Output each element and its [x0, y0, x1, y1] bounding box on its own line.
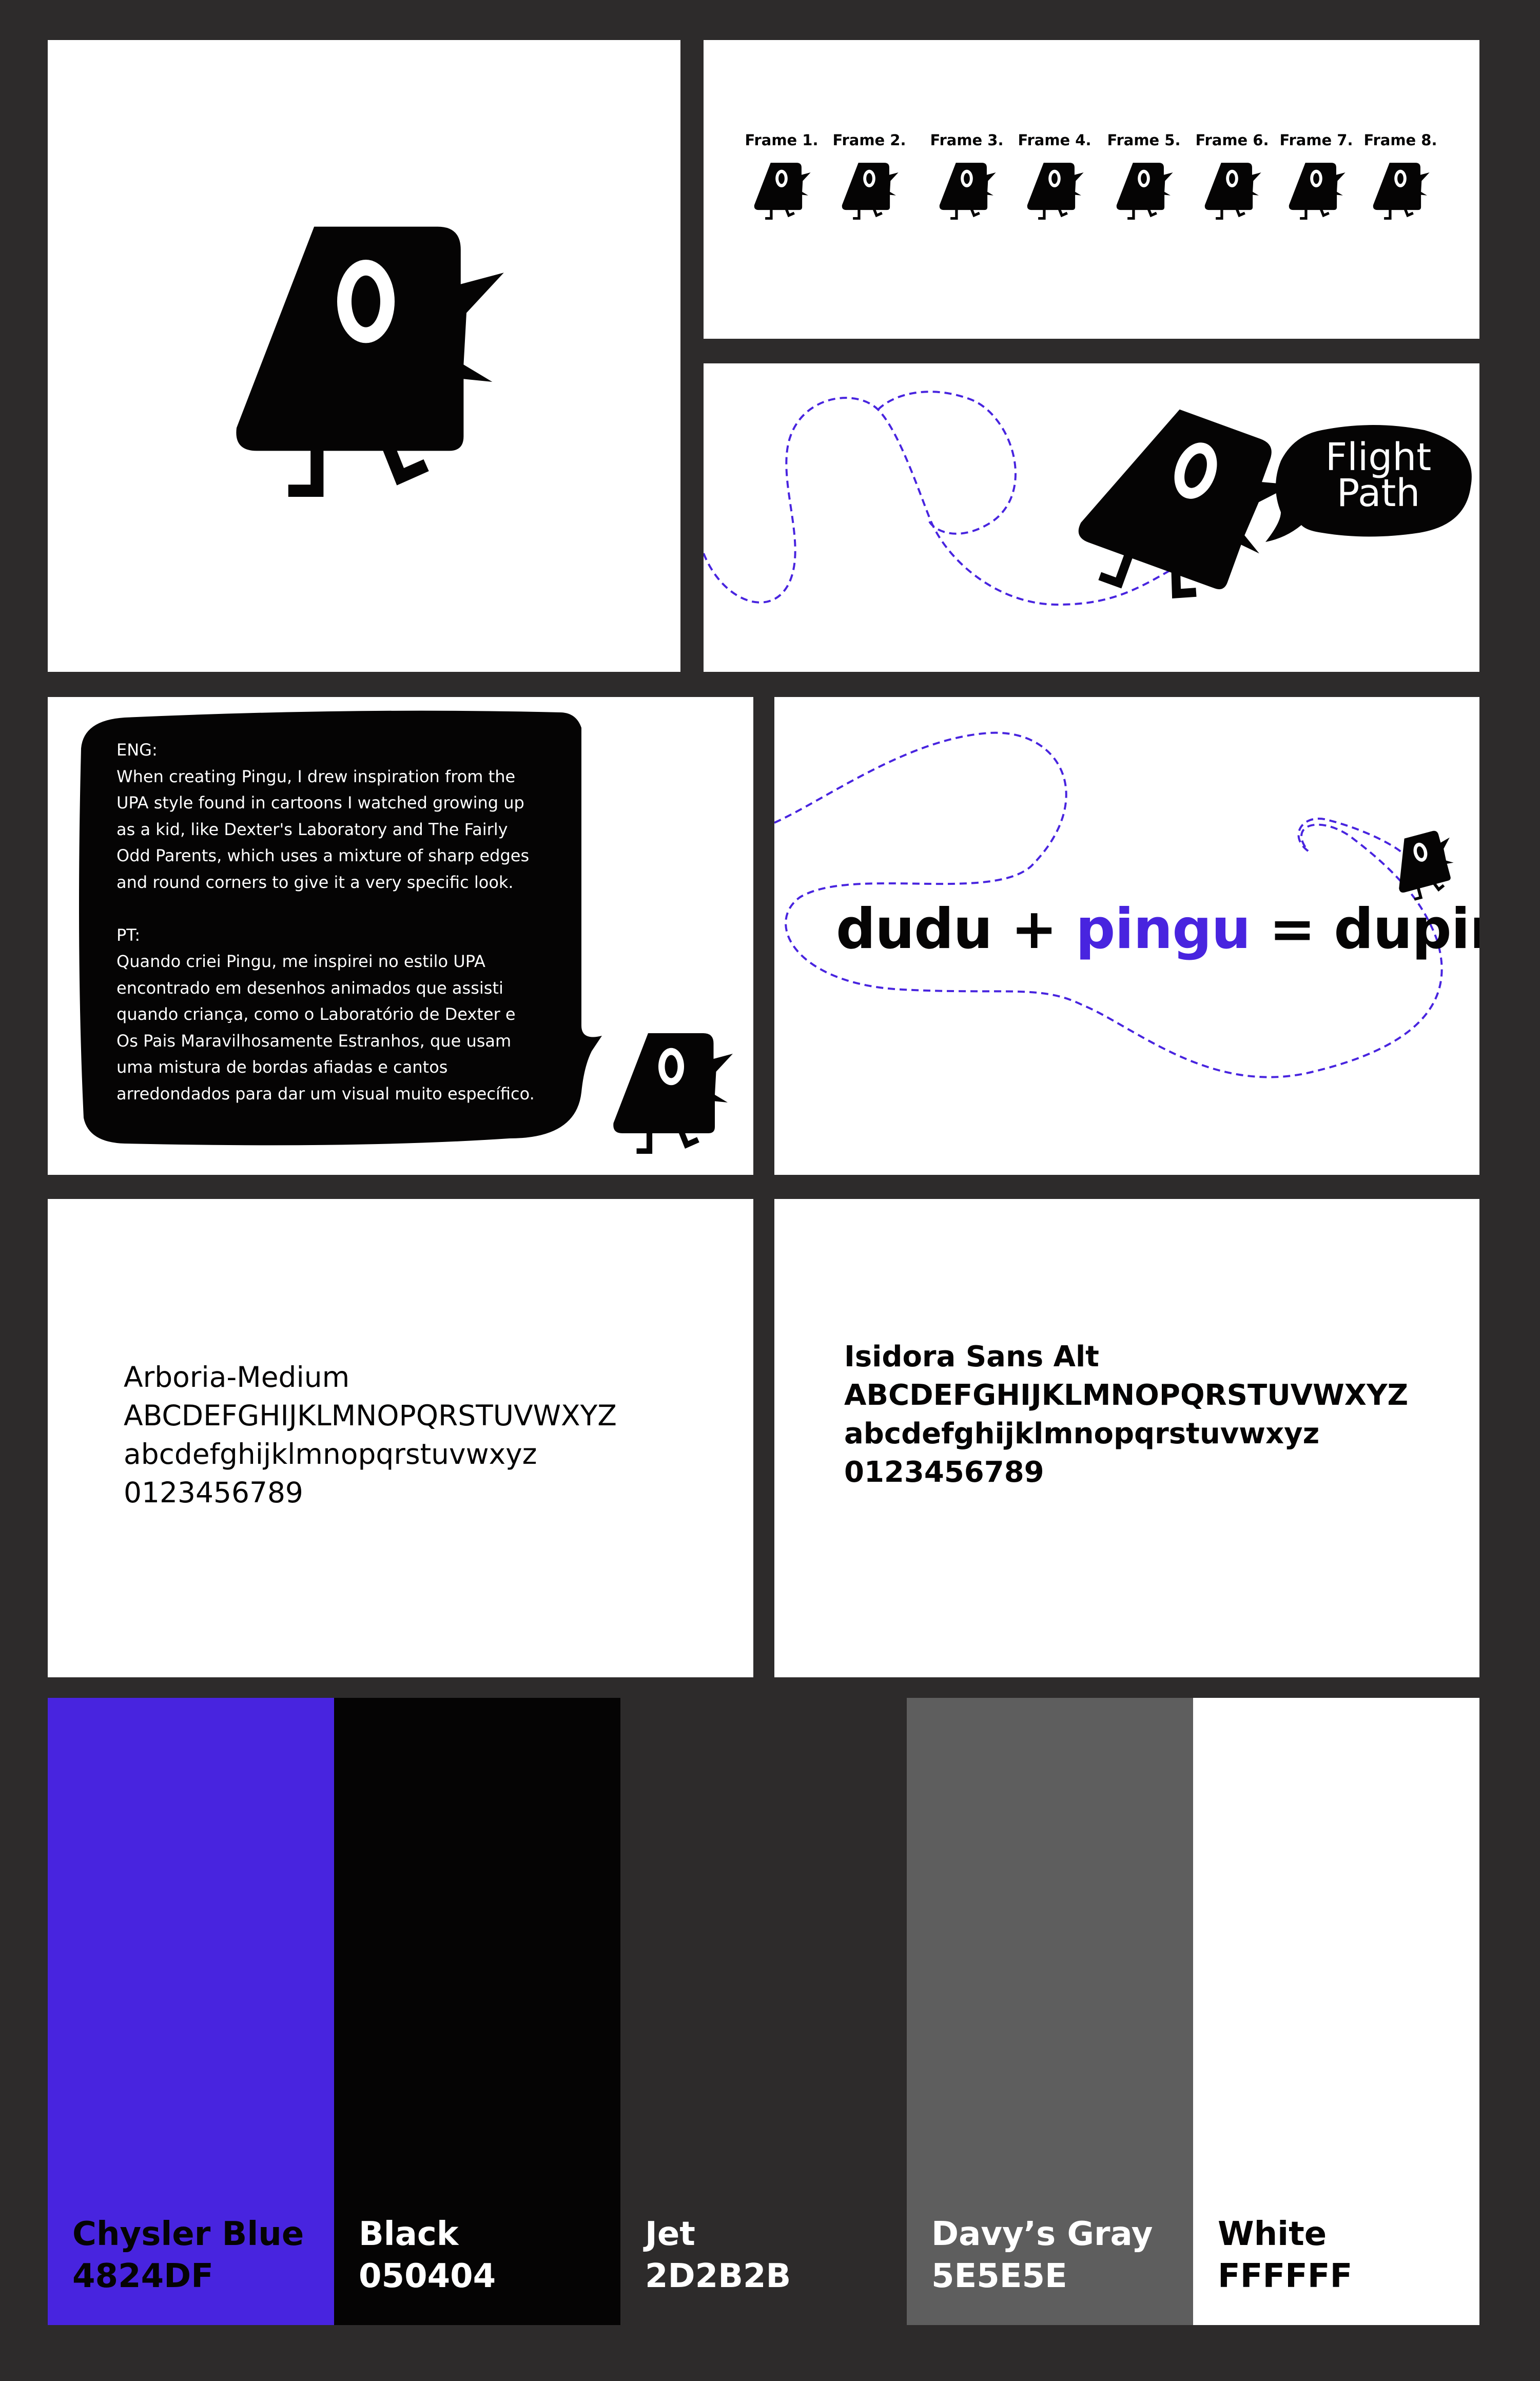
frame-label: Frame 5.	[1107, 131, 1181, 149]
story-line: as a kid, like Dexter's Laboratory and T…	[116, 819, 508, 839]
animation-frames-panel: Frame 1. Frame 2. Frame 3. Frame 4. Frame 5.…	[704, 40, 1479, 339]
swatch-hex: 5E5E5E	[931, 2257, 1067, 2295]
typeface-name: Isidora Sans Alt	[844, 1340, 1099, 1373]
story-line: UPA style found in cartoons I watched gr…	[116, 793, 524, 812]
uppercase-specimen: ABCDEFGHIJKLMNOPQRSTUVWXYZ	[844, 1379, 1409, 1412]
story-line: Quando criei Pingu, me inspirei no estil…	[116, 952, 485, 971]
pingu-bird-icon	[607, 1025, 735, 1154]
pt-heading: PT:	[116, 925, 141, 945]
eng-paragraph: When creating Pingu, I drew inspiration …	[116, 764, 535, 896]
equation-dupin: = dupin	[1269, 897, 1479, 961]
pingu-bird-icon	[222, 209, 510, 497]
mascot-panel	[48, 40, 680, 672]
story-line: Odd Parents, which uses a mixture of sha…	[116, 846, 530, 865]
swatch-hex: FFFFFF	[1218, 2257, 1353, 2295]
color-swatch: Davy’s Gray 5E5E5E	[907, 1698, 1193, 2325]
swatch-name: Jet	[645, 2215, 695, 2253]
equation-pingu: pingu	[1076, 897, 1251, 961]
pingu-bird-icon	[1114, 159, 1174, 220]
story-line: encontrado em desenhos animados que assi…	[116, 978, 503, 998]
flight-path-label-line2: Path	[1336, 471, 1420, 515]
color-swatch: Chysler Blue 4824DF	[48, 1698, 334, 2325]
pingu-bird-icon	[1370, 159, 1431, 220]
frame-label: Frame 4.	[1018, 131, 1091, 149]
equation-dudu: dudu +	[836, 897, 1076, 961]
pingu-bird-icon	[1024, 159, 1085, 220]
secondary-typeface-panel: Isidora Sans Alt ABCDEFGHIJKLMNOPQRSTUVW…	[774, 1199, 1479, 1677]
story-line: arredondados para dar um visual muito es…	[116, 1083, 535, 1104]
digits-specimen: 0123456789	[124, 1476, 303, 1509]
frame-label: Frame 1.	[745, 131, 818, 149]
story-panel: ENG: When creating Pingu, I drew inspira…	[48, 697, 753, 1175]
color-swatch: White FFFFFF	[1193, 1698, 1479, 2325]
uppercase-specimen: ABCDEFGHIJKLMNOPQRSTUVWXYZ	[124, 1399, 617, 1432]
name-origin-panel: dudu + pingu = dupin	[774, 697, 1479, 1175]
swatch-name: Davy’s Gray	[931, 2215, 1153, 2253]
name-equation: dudu + pingu = dupin	[836, 897, 1479, 961]
story-line: When creating Pingu, I drew inspiration …	[116, 766, 516, 786]
swatch-name: Chysler Blue	[72, 2215, 304, 2253]
pingu-bird-icon	[1286, 159, 1347, 220]
typeface-name: Arboria-Medium	[124, 1361, 350, 1393]
story-line: Os Pais Maravilhosamente Estranhos, que …	[116, 1031, 512, 1051]
pingu-bird-icon	[839, 159, 900, 220]
lowercase-specimen: abcdefghijklmnopqrstuvwxyz	[844, 1417, 1320, 1450]
story-line: uma mistura de bordas afiadas e cantos	[116, 1057, 448, 1077]
frame-label: Frame 8.	[1363, 131, 1437, 149]
flight-path-label-line1: Flight	[1325, 435, 1432, 479]
digits-specimen: 0123456789	[844, 1456, 1044, 1489]
primary-typeface-panel: Arboria-Medium ABCDEFGHIJKLMNOPQRSTUVWXY…	[48, 1199, 753, 1677]
story-line: quando criança, como o Laboratório de De…	[116, 1004, 516, 1024]
lowercase-specimen: abcdefghijklmnopqrstuvwxyz	[124, 1438, 537, 1470]
swatch-hex: 2D2B2B	[645, 2257, 791, 2295]
flight-path-panel: Flight Path	[704, 363, 1479, 672]
swatch-name: White	[1218, 2215, 1327, 2253]
frame-label: Frame 2.	[832, 131, 906, 149]
frame-label: Frame 7.	[1279, 131, 1353, 149]
pt-paragraph: Quando criei Pingu, me inspirei no estil…	[116, 948, 535, 1107]
swatch-name: Black	[359, 2215, 459, 2253]
frame-label: Frame 3.	[930, 131, 1004, 149]
pingu-bird-icon	[1202, 159, 1262, 220]
swatch-hex: 4824DF	[72, 2257, 213, 2295]
swatch-hex: 050404	[359, 2257, 496, 2295]
pingu-bird-icon	[937, 159, 997, 220]
story-line: and round corners to give it a very spec…	[116, 872, 514, 892]
pingu-bird-icon	[751, 159, 812, 220]
frame-label: Frame 6.	[1195, 131, 1269, 149]
eng-heading: ENG:	[116, 740, 158, 760]
color-swatch: Black 050404	[334, 1698, 620, 2325]
color-swatch: Jet 2D2B2B	[620, 1698, 907, 2325]
